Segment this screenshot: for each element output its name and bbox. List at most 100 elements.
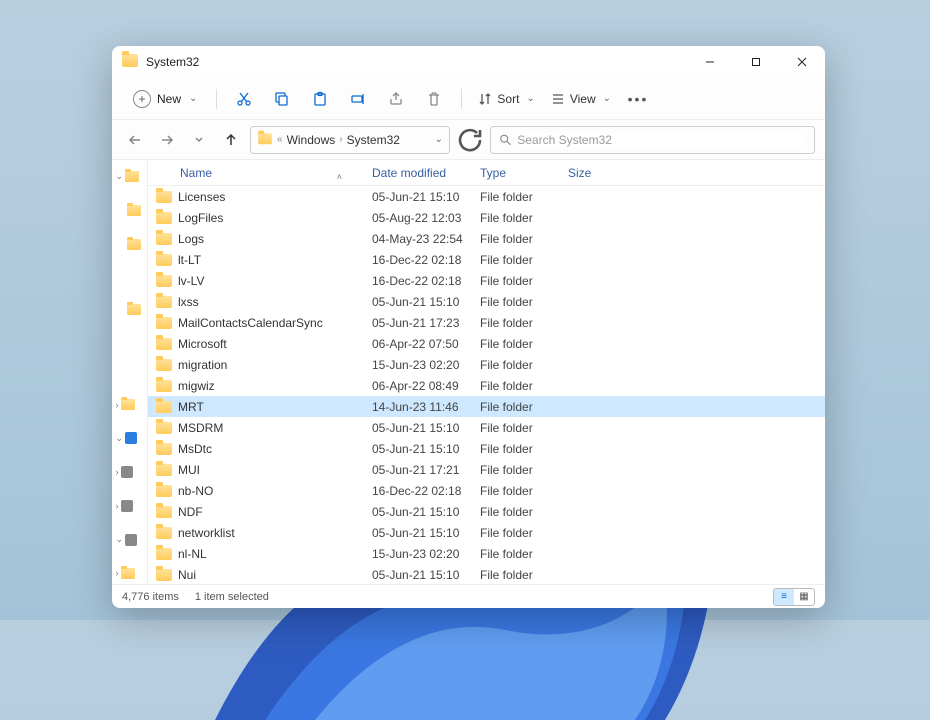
file-name: Licenses [178,190,225,204]
tree-item[interactable] [116,299,144,321]
breadcrumb-part[interactable]: Windows [287,133,336,147]
table-row[interactable]: Logs04-May-23 22:54File folder [148,228,825,249]
file-list[interactable]: Licenses05-Jun-21 15:10File folderLogFil… [148,186,825,584]
cut-button[interactable] [227,84,261,114]
search-icon [499,133,511,146]
up-button[interactable] [218,127,244,153]
column-header-name[interactable]: Name˄ [156,166,372,180]
file-name: LogFiles [178,211,223,225]
tree-item[interactable] [116,233,144,255]
thumbnails-view-icon[interactable]: ▦ [794,589,814,605]
folder-icon [258,133,272,147]
file-type: File folder [480,568,568,582]
column-headers: Name˄ Date modified Type Size [148,160,825,186]
tree-item[interactable]: ⌄ [116,166,144,188]
file-type: File folder [480,274,568,288]
view-mode-toggle[interactable]: ≡ ▦ [773,588,815,606]
sidebar[interactable]: ⌄ › ⌄ › › ⌄ › [112,160,148,584]
table-row[interactable]: migwiz06-Apr-22 08:49File folder [148,375,825,396]
folder-icon [156,527,172,539]
breadcrumb-part[interactable]: System32 [347,133,400,147]
new-button[interactable]: + New ⌄ [124,85,206,113]
minimize-button[interactable] [687,46,733,78]
chevron-down-icon: ⌄ [189,93,197,104]
file-date: 05-Jun-21 15:10 [372,190,480,204]
addressbar[interactable]: « Windows › System32 ⌄ [250,126,450,154]
file-type: File folder [480,190,568,204]
table-row[interactable]: LogFiles05-Aug-22 12:03File folder [148,207,825,228]
separator [461,89,462,109]
file-name: networklist [178,526,235,540]
more-button[interactable]: ••• [621,84,655,114]
maximize-button[interactable] [733,46,779,78]
column-header-type[interactable]: Type [480,166,568,180]
details-view-icon[interactable]: ≡ [774,589,794,605]
chevron-down-icon: ⌄ [526,93,534,104]
tree-item[interactable] [116,200,144,222]
column-header-size[interactable]: Size [568,166,628,180]
table-row[interactable]: lxss05-Jun-21 15:10File folder [148,291,825,312]
back-button[interactable] [122,127,148,153]
tree-item[interactable]: › [116,394,144,416]
titlebar[interactable]: System32 [112,46,825,78]
tree-item[interactable]: › [116,495,144,517]
file-date: 05-Jun-21 17:23 [372,316,480,330]
column-header-date[interactable]: Date modified [372,166,480,180]
table-row[interactable]: nl-NL15-Jun-23 02:20File folder [148,543,825,564]
table-row[interactable]: lv-LV16-Dec-22 02:18File folder [148,270,825,291]
file-date: 06-Apr-22 08:49 [372,379,480,393]
table-row[interactable]: MRT14-Jun-23 11:46File folder [148,396,825,417]
paste-button[interactable] [303,84,337,114]
forward-button[interactable] [154,127,180,153]
file-name: Logs [178,232,204,246]
plus-circle-icon: + [133,90,151,108]
folder-icon [156,569,172,581]
table-row[interactable]: MailContactsCalendarSync05-Jun-21 17:23F… [148,312,825,333]
file-name: MUI [178,463,200,477]
table-row[interactable]: NDF05-Jun-21 15:10File folder [148,501,825,522]
table-row[interactable]: networklist05-Jun-21 15:10File folder [148,522,825,543]
file-name: Microsoft [178,337,227,351]
recent-locations-button[interactable] [186,127,212,153]
sort-button[interactable]: Sort ⌄ [472,88,540,110]
table-row[interactable]: lt-LT16-Dec-22 02:18File folder [148,249,825,270]
window-title: System32 [146,55,199,69]
delete-button[interactable] [417,84,451,114]
search-input[interactable] [517,133,806,147]
refresh-button[interactable] [456,126,484,154]
tree-item[interactable]: ⌄ [116,529,144,551]
tree-item[interactable]: ⌄ [116,428,144,450]
file-type: File folder [480,505,568,519]
body: ⌄ › ⌄ › › ⌄ › Name˄ Date modified Type S… [112,160,825,584]
tree-item[interactable]: › [116,562,144,584]
folder-icon [156,506,172,518]
folder-icon [121,399,135,410]
folder-icon [156,212,172,224]
table-row[interactable]: Nui05-Jun-21 15:10File folder [148,564,825,584]
folder-icon [122,54,138,70]
table-row[interactable]: MsDtc05-Jun-21 15:10File folder [148,438,825,459]
table-row[interactable]: migration15-Jun-23 02:20File folder [148,354,825,375]
file-date: 16-Dec-22 02:18 [372,253,480,267]
copy-button[interactable] [265,84,299,114]
file-date: 16-Dec-22 02:18 [372,484,480,498]
search-box[interactable] [490,126,815,154]
folder-icon [156,233,172,245]
drive-icon [121,466,133,478]
share-button[interactable] [379,84,413,114]
table-row[interactable]: MUI05-Jun-21 17:21File folder [148,459,825,480]
rename-button[interactable] [341,84,375,114]
table-row[interactable]: nb-NO16-Dec-22 02:18File folder [148,480,825,501]
file-name: lxss [178,295,199,309]
chevron-down-icon[interactable]: ⌄ [435,134,443,145]
file-type: File folder [480,463,568,477]
view-button[interactable]: View ⌄ [545,88,617,110]
tree-item[interactable]: › [116,461,144,483]
file-name: MailContactsCalendarSync [178,316,323,330]
table-row[interactable]: MSDRM05-Jun-21 15:10File folder [148,417,825,438]
table-row[interactable]: Licenses 05-Jun-21 15:10File folder [148,186,825,207]
file-date: 06-Apr-22 07:50 [372,337,480,351]
table-row[interactable]: Microsoft06-Apr-22 07:50File folder [148,333,825,354]
close-button[interactable] [779,46,825,78]
drive-icon [125,534,137,546]
